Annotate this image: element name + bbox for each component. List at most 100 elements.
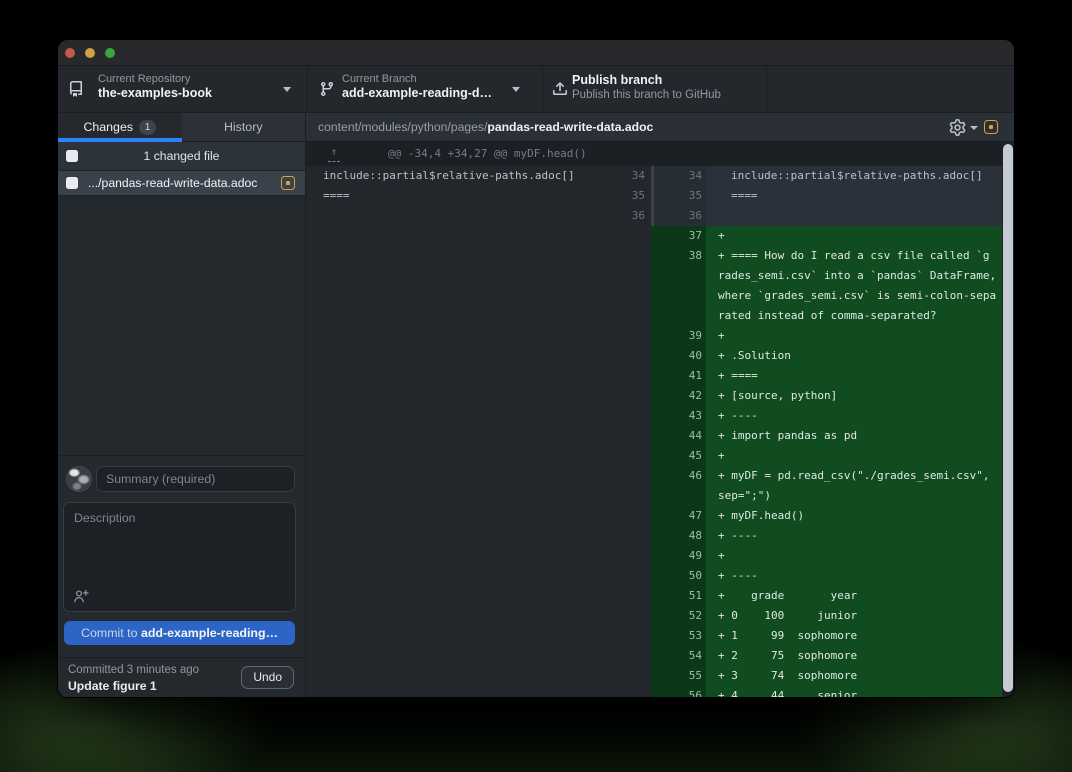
diff-row[interactable]: 46+ myDF = pd.read_csv("./grades_semi.cs… bbox=[306, 466, 1002, 506]
tab-history-label: History bbox=[224, 120, 263, 134]
diff-row[interactable]: 55+ 3 74 sophomore bbox=[306, 666, 1002, 686]
last-commit-message: Update figure 1 bbox=[68, 679, 157, 693]
close-button[interactable] bbox=[65, 48, 75, 58]
modified-status-icon bbox=[984, 120, 998, 134]
publish-branch-title: Publish branch bbox=[572, 73, 662, 87]
window-titlebar[interactable] bbox=[58, 40, 1014, 66]
file-checkbox[interactable] bbox=[66, 177, 78, 189]
new-line-number: 53 bbox=[654, 626, 706, 646]
branch-switcher[interactable]: Current Branch add-example-reading-d… bbox=[308, 66, 543, 113]
old-line-number: 34 bbox=[632, 166, 645, 186]
diff-line-content: + ---- bbox=[706, 406, 1002, 426]
diff-row[interactable]: 43+ ---- bbox=[306, 406, 1002, 426]
diff-row[interactable]: include::partial$relative-paths.adoc[]34… bbox=[306, 166, 1002, 186]
new-line-number: 49 bbox=[654, 546, 706, 566]
chevron-down-icon bbox=[512, 87, 520, 92]
github-desktop-window: Current Repository the-examples-book Cur… bbox=[58, 40, 1014, 697]
new-line-number: 40 bbox=[654, 346, 706, 366]
repository-switcher[interactable]: Current Repository the-examples-book bbox=[58, 66, 308, 113]
diff-old-cell bbox=[306, 506, 654, 526]
zoom-button[interactable] bbox=[105, 48, 115, 58]
minimize-button[interactable] bbox=[85, 48, 95, 58]
committed-ago-text: Committed 3 minutes ago bbox=[68, 664, 199, 676]
summary-input[interactable]: Summary (required) bbox=[96, 466, 295, 492]
diff-line-content: + myDF = pd.read_csv("./grades_semi.csv"… bbox=[706, 466, 1002, 506]
diff-old-cell bbox=[306, 646, 654, 666]
select-all-row[interactable]: 1 changed file bbox=[58, 142, 305, 171]
repository-name: the-examples-book bbox=[98, 86, 212, 100]
new-line-number: 48 bbox=[654, 526, 706, 546]
description-input[interactable]: Description bbox=[63, 502, 296, 612]
diff-old-cell bbox=[306, 626, 654, 646]
diff-row[interactable]: 56+ 4 44 senior bbox=[306, 686, 1002, 697]
new-line-number: 39 bbox=[654, 326, 706, 346]
new-line-number: 45 bbox=[654, 446, 706, 466]
diff-old-cell: include::partial$relative-paths.adoc[]34 bbox=[306, 166, 654, 186]
old-line-number: 36 bbox=[632, 206, 645, 226]
gear-icon[interactable] bbox=[949, 119, 966, 136]
diff-old-cell bbox=[306, 226, 654, 246]
diff-old-cell bbox=[306, 346, 654, 366]
diff-row[interactable]: ====3535==== bbox=[306, 186, 1002, 206]
diff-line-content: + bbox=[706, 446, 1002, 466]
diff-row[interactable]: 50+ ---- bbox=[306, 566, 1002, 586]
commit-button[interactable]: Commit to add-example-reading… bbox=[64, 621, 295, 645]
diff-row[interactable]: 52+ 0 100 junior bbox=[306, 606, 1002, 626]
tab-changes-label: Changes bbox=[83, 120, 133, 134]
sidebar-tabs: Changes 1 History bbox=[58, 113, 305, 142]
diff-row[interactable]: 37+ bbox=[306, 226, 1002, 246]
upload-icon bbox=[552, 81, 568, 97]
diff-old-cell bbox=[306, 326, 654, 346]
modified-status-icon bbox=[281, 176, 295, 190]
diff-row[interactable]: 49+ bbox=[306, 546, 1002, 566]
new-line-number: 41 bbox=[654, 366, 706, 386]
chevron-down-icon[interactable] bbox=[970, 126, 978, 130]
diff-line-content: + ==== How do I read a csv file called `… bbox=[706, 246, 1002, 326]
diff-row[interactable]: 54+ 2 75 sophomore bbox=[306, 646, 1002, 666]
avatar bbox=[66, 466, 92, 492]
desktop-background: Current Repository the-examples-book Cur… bbox=[0, 0, 1072, 772]
undo-button[interactable]: Undo bbox=[241, 666, 294, 689]
diff-row[interactable]: 53+ 1 99 sophomore bbox=[306, 626, 1002, 646]
diff-old-cell: ====35 bbox=[306, 186, 654, 206]
new-line-number: 51 bbox=[654, 586, 706, 606]
diff-row[interactable]: 47+ myDF.head() bbox=[306, 506, 1002, 526]
diff-row[interactable]: 38+ ==== How do I read a csv file called… bbox=[306, 246, 1002, 326]
diff-scrollbar[interactable] bbox=[1003, 144, 1013, 692]
diff-row[interactable]: 44+ import pandas as pd bbox=[306, 426, 1002, 446]
diff-row[interactable]: 42+ [source, python] bbox=[306, 386, 1002, 406]
diff-row[interactable]: 41+ ==== bbox=[306, 366, 1002, 386]
diff-old-cell bbox=[306, 526, 654, 546]
diff-row[interactable]: 3636 bbox=[306, 206, 1002, 226]
diff-row[interactable]: 39+ bbox=[306, 326, 1002, 346]
tab-changes[interactable]: Changes 1 bbox=[58, 113, 182, 141]
diff-old-cell bbox=[306, 606, 654, 626]
diff-line-content: + 2 75 sophomore bbox=[706, 646, 1002, 666]
diff-file-name: pandas-read-write-data.adoc bbox=[487, 120, 653, 134]
changed-files-count: 1 changed file bbox=[58, 149, 305, 163]
expand-hunk-icon[interactable]: ↑ bbox=[328, 145, 340, 162]
publish-branch-button[interactable]: Publish branch Publish this branch to Gi… bbox=[543, 66, 767, 113]
diff-line-content: ==== bbox=[706, 186, 1002, 206]
diff-row[interactable]: 45+ bbox=[306, 446, 1002, 466]
tab-history[interactable]: History bbox=[182, 113, 306, 141]
commit-button-prefix: Commit to bbox=[81, 626, 141, 640]
diff-old-cell bbox=[306, 386, 654, 406]
diff-row[interactable]: 51+ grade year bbox=[306, 586, 1002, 606]
new-line-number: 56 bbox=[654, 686, 706, 697]
add-coauthor-icon[interactable] bbox=[73, 588, 89, 604]
toolbar: Current Repository the-examples-book Cur… bbox=[58, 66, 1014, 113]
diff-old-cell: 36 bbox=[306, 206, 654, 226]
new-line-number: 52 bbox=[654, 606, 706, 626]
diff-old-cell bbox=[306, 246, 654, 326]
new-line-number: 47 bbox=[654, 506, 706, 526]
new-line-number: 35 bbox=[654, 186, 706, 206]
diff-file-path: content/modules/python/pages/pandas-read… bbox=[318, 120, 653, 134]
changed-file-row[interactable]: .../pandas-read-write-data.adoc bbox=[58, 171, 305, 196]
old-line-number: 35 bbox=[632, 186, 645, 206]
diff-file-path-prefix: content/modules/python/pages/ bbox=[318, 120, 487, 134]
diff-row[interactable]: 48+ ---- bbox=[306, 526, 1002, 546]
diff-row[interactable]: 40+ .Solution bbox=[306, 346, 1002, 366]
new-line-number: 46 bbox=[654, 466, 706, 506]
new-line-number: 34 bbox=[654, 166, 706, 186]
